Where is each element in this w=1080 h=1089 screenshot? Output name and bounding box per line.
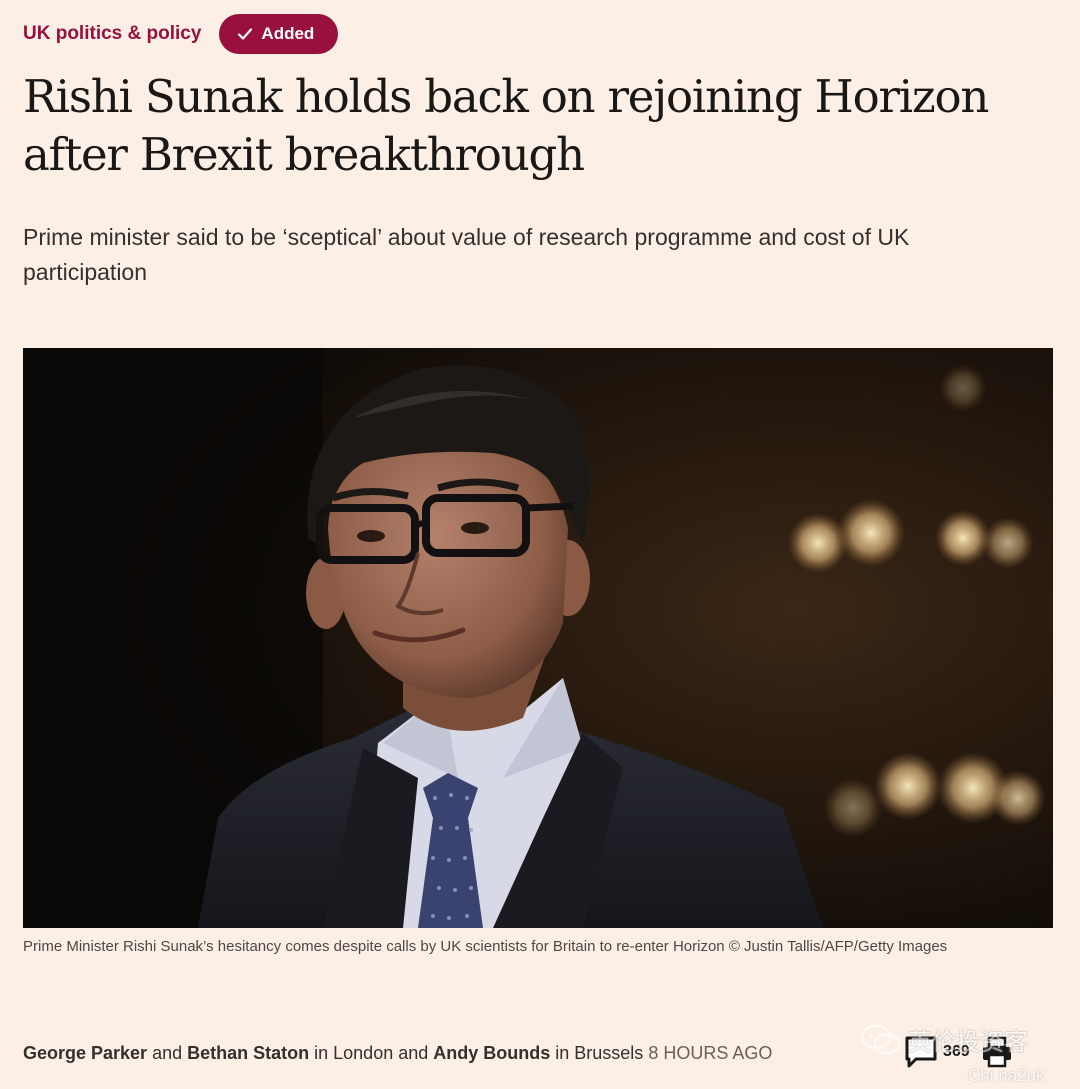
byline-text: and — [147, 1043, 188, 1063]
article-headline: Rishi Sunak holds back on rejoining Hori… — [23, 70, 989, 181]
byline-text: in London and — [309, 1043, 434, 1063]
article-byline: George Parker and Bethan Staton in Londo… — [23, 1043, 772, 1064]
comment-count[interactable]: 369 — [943, 1043, 970, 1061]
publish-time: 8 HOURS AGO — [648, 1043, 773, 1063]
portrait-photo — [23, 348, 1053, 928]
comment-icon[interactable] — [903, 1034, 939, 1070]
article-main-image[interactable] — [23, 348, 1053, 928]
topic-link[interactable]: UK politics & policy — [23, 23, 201, 45]
follow-button-label: Added — [261, 24, 315, 43]
author-link[interactable]: Bethan Staton — [187, 1043, 309, 1063]
wechat-icon — [860, 1024, 901, 1054]
byline-text: in Brussels — [550, 1043, 649, 1063]
author-link[interactable]: George Parker — [23, 1043, 147, 1063]
check-icon — [238, 28, 253, 40]
article-standfirst: Prime minister said to be ‘sceptical’ ab… — [23, 224, 910, 285]
topic-row: UK politics & policy Added — [23, 14, 339, 54]
author-link[interactable]: Andy Bounds — [433, 1043, 550, 1063]
image-caption: Prime Minister Rishi Sunak’s hesitancy c… — [23, 938, 948, 955]
article-tools: 369 — [903, 1034, 1014, 1070]
follow-added-button[interactable]: Added — [219, 14, 339, 54]
print-icon[interactable] — [980, 1035, 1014, 1069]
